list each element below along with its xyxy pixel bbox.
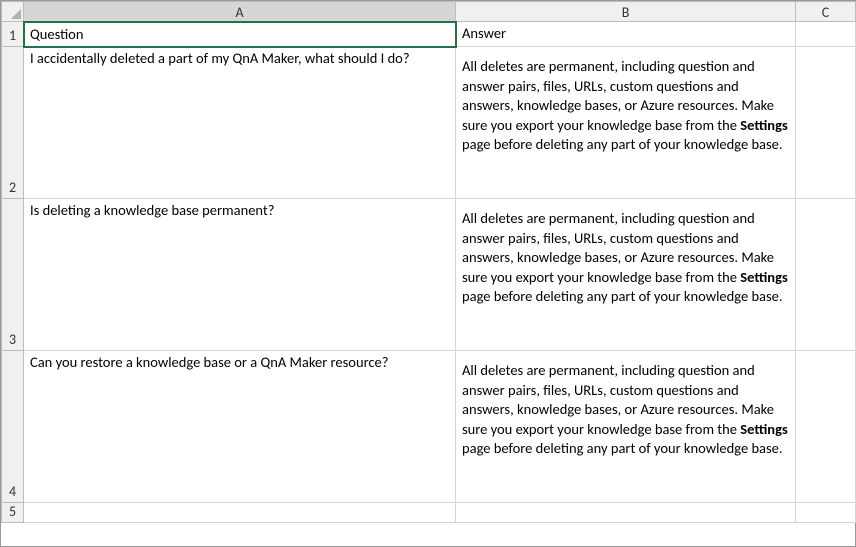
cell-text: All deletes are permanent, including que… [456, 351, 795, 502]
spreadsheet-grid[interactable]: A B C 1 Question Answer 2 I accidentally… [1, 1, 856, 523]
cell-text: Is deleting a knowledge base permanent? [24, 199, 455, 350]
cell-text: I accidentally deleted a part of my QnA … [24, 47, 455, 198]
table-row: 3 Is deleting a knowledge base permanent… [2, 199, 856, 351]
cell-a4[interactable]: Can you restore a knowledge base or a Qn… [24, 351, 456, 503]
answer-pre: All deletes are permanent, including que… [462, 361, 774, 438]
row-number-label: 5 [9, 503, 16, 520]
row-header-3[interactable]: 3 [2, 199, 24, 351]
table-row: 1 Question Answer [2, 22, 856, 47]
cell-a1[interactable]: Question [24, 22, 456, 47]
answer-bold: Settings [740, 268, 787, 286]
cell-a3[interactable]: Is deleting a knowledge base permanent? [24, 199, 456, 351]
cell-c4[interactable] [796, 351, 856, 503]
column-header-b[interactable]: B [456, 2, 796, 22]
cell-a5[interactable] [24, 503, 456, 523]
answer-pre: All deletes are permanent, including que… [462, 57, 774, 134]
cell-a2[interactable]: I accidentally deleted a part of my QnA … [24, 47, 456, 199]
cell-text: All deletes are permanent, including que… [456, 199, 795, 350]
table-row: 2 I accidentally deleted a part of my Qn… [2, 47, 856, 199]
cell-b3[interactable]: All deletes are permanent, including que… [456, 199, 796, 351]
answer-bold: Settings [740, 116, 787, 134]
table-row: 4 Can you restore a knowledge base or a … [2, 351, 856, 503]
column-header-c[interactable]: C [796, 2, 856, 22]
row-number-label: 3 [9, 331, 16, 348]
cell-b4[interactable]: All deletes are permanent, including que… [456, 351, 796, 503]
cell-text: All deletes are permanent, including que… [456, 47, 795, 198]
answer-post: page before deleting any part of your kn… [462, 287, 783, 305]
cell-b2[interactable]: All deletes are permanent, including que… [456, 47, 796, 199]
column-header-c-label: C [822, 4, 829, 21]
row-header-1[interactable]: 1 [2, 22, 24, 47]
column-header-row: A B C [2, 2, 856, 22]
row-header-4[interactable]: 4 [2, 351, 24, 503]
row-header-5[interactable]: 5 [2, 503, 24, 523]
answer-post: page before deleting any part of your kn… [462, 439, 783, 457]
answer-bold: Settings [740, 420, 787, 438]
cell-c3[interactable] [796, 199, 856, 351]
column-header-b-label: B [622, 4, 630, 21]
select-all-corner[interactable] [2, 2, 24, 22]
answer-post: page before deleting any part of your kn… [462, 135, 783, 153]
table-row: 5 [2, 503, 856, 523]
cell-c5[interactable] [796, 503, 856, 523]
answer-pre: All deletes are permanent, including que… [462, 209, 774, 286]
column-header-a-label: A [235, 4, 243, 21]
cell-c1[interactable] [796, 22, 856, 47]
row-number-label: 1 [9, 27, 16, 44]
cell-c2[interactable] [796, 47, 856, 199]
column-header-a[interactable]: A [24, 2, 456, 22]
cell-b5[interactable] [456, 503, 796, 523]
cell-b1[interactable]: Answer [456, 22, 796, 47]
row-header-2[interactable]: 2 [2, 47, 24, 199]
cell-text: Answer [456, 22, 795, 46]
row-number-label: 4 [9, 483, 16, 500]
row-number-label: 2 [9, 179, 16, 196]
cell-text: Question [24, 23, 455, 47]
cell-text: Can you restore a knowledge base or a Qn… [24, 351, 455, 502]
